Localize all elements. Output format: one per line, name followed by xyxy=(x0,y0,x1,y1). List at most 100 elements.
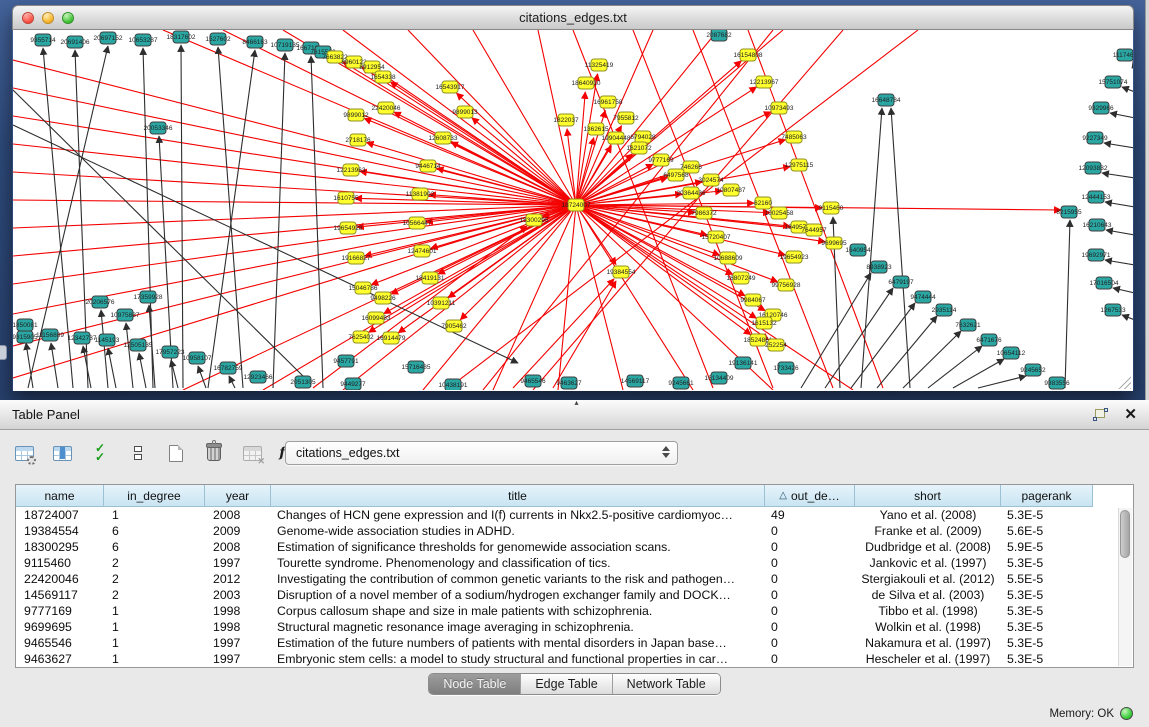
show-column-icon[interactable] xyxy=(50,441,74,465)
table-row[interactable]: 1830029562008Estimation of significance … xyxy=(16,539,1118,555)
table-row[interactable]: 969969511998Structural magnetic resonanc… xyxy=(16,619,1118,635)
network-canvas[interactable]: 9355714206914062069715210653287183176021… xyxy=(13,30,1133,391)
minimize-window-button[interactable] xyxy=(42,12,54,24)
graph-edge[interactable] xyxy=(126,323,133,388)
node-table: namein_degreeyeartitle△out_de…shortpager… xyxy=(15,484,1134,668)
graph-edge[interactable] xyxy=(1065,220,1070,388)
column-header-label: out_de… xyxy=(791,489,840,503)
table-row[interactable]: 946362711997Embryonic stem cells: a mode… xyxy=(16,651,1118,667)
graph-node-label: 9383556 xyxy=(1044,380,1070,387)
close-window-button[interactable] xyxy=(22,12,34,24)
graph-edge[interactable] xyxy=(311,56,323,388)
table-cell: 14569117 xyxy=(16,588,104,602)
table-cell: Dudbridge et al. (2008) xyxy=(855,540,1001,554)
vertical-scrollbar[interactable] xyxy=(1118,508,1132,666)
column-header-short[interactable]: short xyxy=(855,485,1001,507)
table-cell: Franke et al. (2009) xyxy=(855,524,1001,538)
graph-node-label: 12213967 xyxy=(750,79,779,86)
table-row[interactable]: 1456911722003Disruption of a novel membe… xyxy=(16,587,1118,603)
graph-node-label: 16961758 xyxy=(594,99,623,106)
tab-edge-table[interactable]: Edge Table xyxy=(521,674,612,694)
graph-edge[interactable] xyxy=(825,288,893,388)
import-table-icon[interactable]: ✕ xyxy=(240,441,264,465)
graph-node-label: 10438191 xyxy=(439,382,468,389)
graph-node-label: 11156889 xyxy=(36,332,64,339)
column-header-title[interactable]: title xyxy=(271,485,765,507)
graph-edge[interactable] xyxy=(1122,87,1133,92)
graph-edge[interactable] xyxy=(218,47,243,388)
graph-node-label: 1822037 xyxy=(553,117,579,124)
table-row[interactable]: 1872400712008Changes of HCN gene express… xyxy=(16,507,1118,523)
graph-edge[interactable] xyxy=(198,366,206,388)
graph-edge[interactable] xyxy=(1102,173,1133,178)
table-row[interactable]: 2242004622012Investigating the contribut… xyxy=(16,571,1118,587)
graph-edge[interactable] xyxy=(364,118,576,205)
table-cell: 9463627 xyxy=(16,652,104,666)
tab-node-table[interactable]: Node Table xyxy=(429,674,521,694)
citation-network-graph[interactable]: 9355714206914062069715210653287183176021… xyxy=(13,30,1133,390)
graph-edge[interactable] xyxy=(208,50,255,388)
graph-edge[interactable] xyxy=(1110,113,1133,118)
graph-edge[interactable] xyxy=(273,53,285,388)
graph-edge[interactable] xyxy=(576,205,693,390)
table-settings-icon[interactable] xyxy=(12,441,36,465)
table-selector-dropdown[interactable]: citations_edges.txt xyxy=(285,441,678,465)
graph-edge[interactable] xyxy=(903,331,961,388)
graph-edge[interactable] xyxy=(877,316,937,388)
table-cell: 9465546 xyxy=(16,636,104,650)
graph-edge[interactable] xyxy=(13,172,576,205)
tab-network-table[interactable]: Network Table xyxy=(613,674,720,694)
table-row[interactable]: 1938455462009Genome-wide association stu… xyxy=(16,523,1118,539)
network-window-titlebar[interactable]: citations_edges.txt xyxy=(12,5,1134,30)
graph-edge[interactable] xyxy=(567,129,576,205)
table-row[interactable]: 977716911998Corpus callosum shape and si… xyxy=(16,603,1118,619)
float-panel-icon[interactable] xyxy=(1093,408,1108,421)
graph-edge[interactable] xyxy=(108,348,116,388)
graph-edge[interactable] xyxy=(1105,202,1133,207)
scrollbar-thumb[interactable] xyxy=(1120,510,1130,558)
zoom-window-button[interactable] xyxy=(62,12,74,24)
graph-edge[interactable] xyxy=(978,376,1026,388)
graph-edge[interactable] xyxy=(163,30,576,205)
graph-edge[interactable] xyxy=(13,88,576,205)
graph-edge[interactable] xyxy=(891,108,910,388)
row-height-icon[interactable] xyxy=(126,441,150,465)
graph-node-label: 7644957 xyxy=(801,227,827,234)
graph-node-label: 9315905 xyxy=(13,334,38,341)
graph-edge[interactable] xyxy=(1105,260,1133,265)
graph-edge[interactable] xyxy=(1106,230,1133,235)
table-cell: 0 xyxy=(765,652,855,666)
graph-edge[interactable] xyxy=(928,346,982,388)
table-cell: Hescheler et al. (1997) xyxy=(855,652,1001,666)
column-header-year[interactable]: year xyxy=(205,485,271,507)
graph-edge[interactable] xyxy=(229,376,235,388)
graph-node-label: 18317602 xyxy=(167,34,196,41)
graph-edge[interactable] xyxy=(576,30,718,205)
delete-table-icon[interactable] xyxy=(202,441,226,465)
graph-edge[interactable] xyxy=(1104,143,1133,148)
column-header-out_de[interactable]: △out_de… xyxy=(765,485,855,507)
select-rows-icon[interactable]: ✓✓ xyxy=(88,441,112,465)
graph-edge[interactable] xyxy=(448,205,576,298)
left-panel-collapse-handle[interactable] xyxy=(0,345,7,360)
graph-edge[interactable] xyxy=(576,203,754,205)
column-header-pagerank[interactable]: pagerank xyxy=(1001,485,1093,507)
new-table-icon[interactable] xyxy=(164,441,188,465)
column-header-in_degree[interactable]: in_degree xyxy=(104,485,205,507)
graph-node-label: 9463627 xyxy=(556,380,582,387)
graph-node-label: 11325419 xyxy=(585,62,614,69)
graph-node-label: 22420046 xyxy=(372,105,401,112)
table-cell: Estimation of the future numbers of pati… xyxy=(271,636,765,650)
graph-edge[interactable] xyxy=(139,353,146,388)
column-header-name[interactable]: name xyxy=(16,485,104,507)
table-row[interactable]: 946554611997Estimation of the future num… xyxy=(16,635,1118,651)
graph-edge[interactable] xyxy=(1122,315,1133,320)
splitter-grip-icon[interactable]: ▴ xyxy=(575,398,579,407)
table-row[interactable]: 911546021997Tourette syndrome. Phenomeno… xyxy=(16,555,1118,571)
close-panel-icon[interactable]: ✕ xyxy=(1124,407,1137,422)
graph-edge[interactable] xyxy=(391,82,576,205)
graph-edge[interactable] xyxy=(181,45,183,388)
graph-edge[interactable] xyxy=(1113,288,1133,293)
table-cell: Tourette syndrome. Phenomenology and cla… xyxy=(271,556,765,570)
graph-edge[interactable] xyxy=(13,205,576,346)
